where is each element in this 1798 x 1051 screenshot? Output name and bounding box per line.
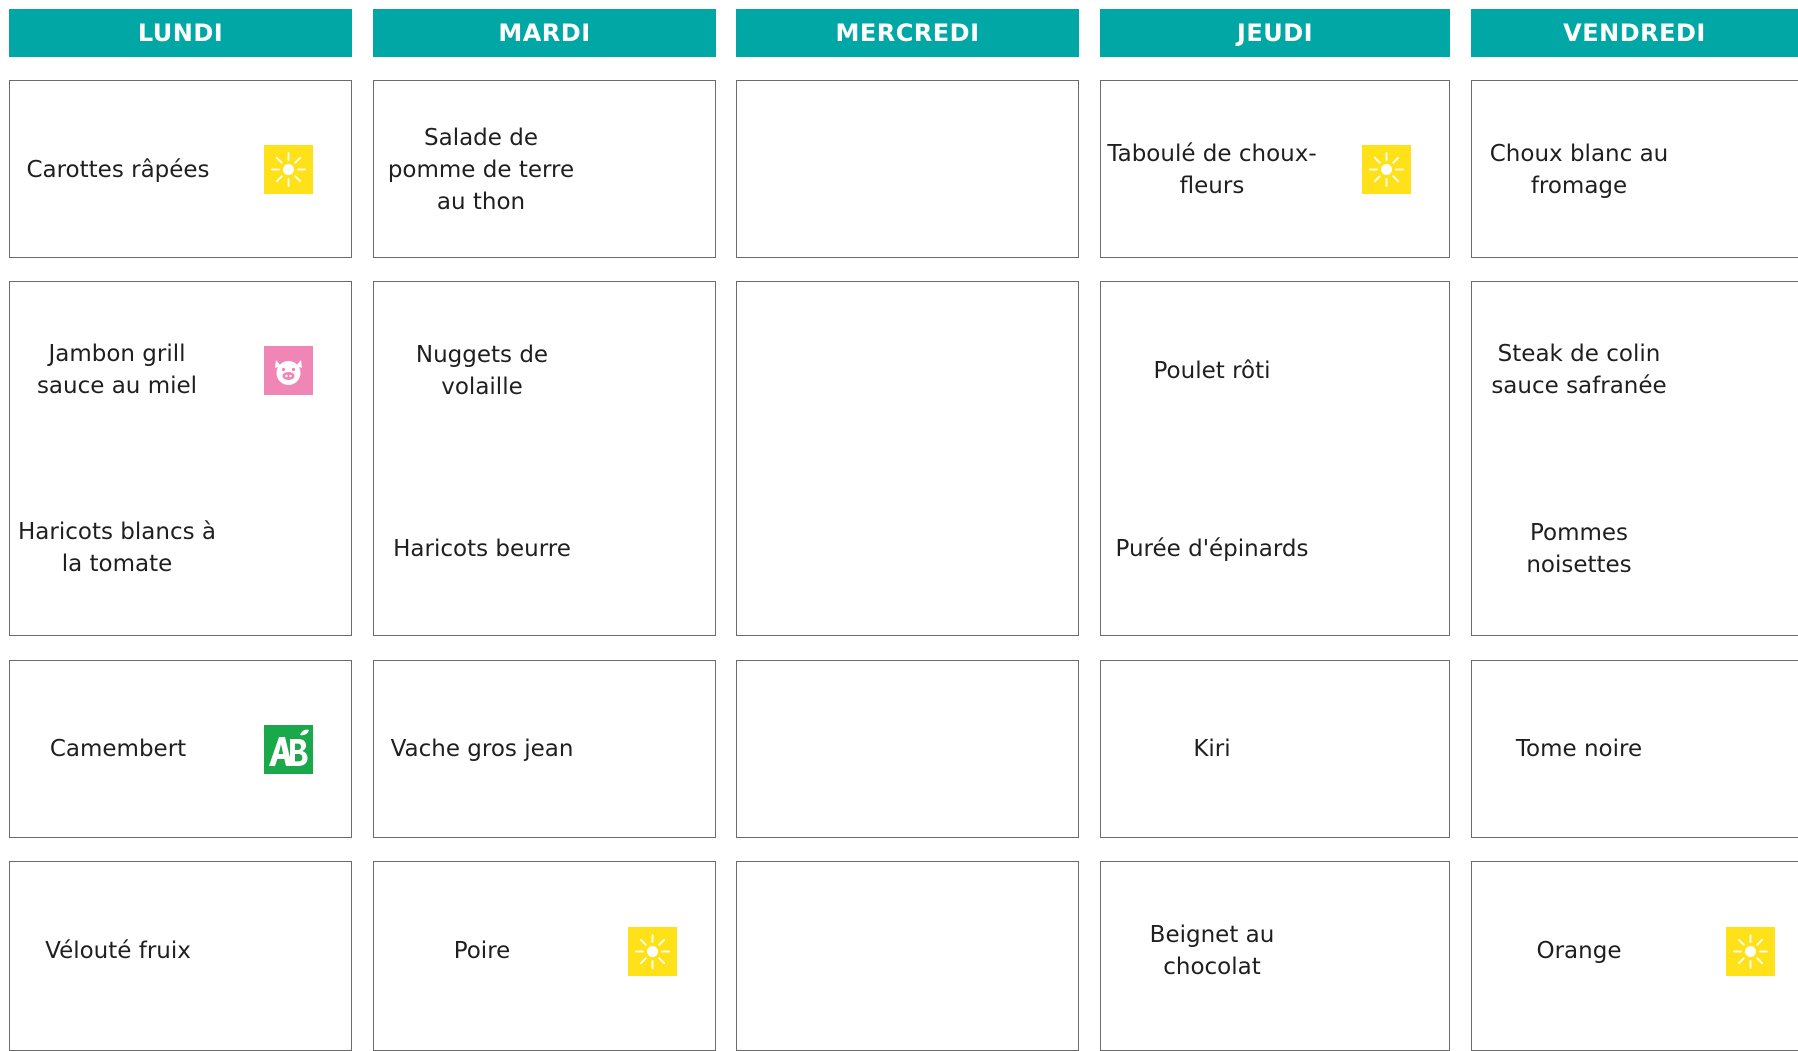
vendredi-dessert-text: Orange <box>1536 938 1622 964</box>
pig-icon <box>264 346 313 395</box>
header-mercredi: MERCREDI <box>736 9 1079 57</box>
lundi-plat-text: Jambon grill sauce au miel <box>36 341 198 399</box>
mardi-dessert-text: Poire <box>453 938 511 964</box>
cell-mardi-plat <box>373 281 716 636</box>
jeudi-dessert-text: Beignet au chocolat <box>1149 922 1275 980</box>
jeudi-entree-text: Taboulé de choux-fleurs <box>1107 141 1317 199</box>
header-jeudi: JEUDI <box>1100 9 1450 57</box>
jeudi-accompagnement-text: Purée d'épinards <box>1115 536 1309 562</box>
cell-vendredi-plat <box>1471 281 1798 636</box>
cell-mercredi-fromage <box>736 660 1079 838</box>
cell-jeudi-plat <box>1100 281 1450 636</box>
organic-ab-icon <box>264 725 313 774</box>
lundi-accompagnement-text: Haricots blancs à la tomate <box>18 519 216 577</box>
header-mardi: MARDI <box>373 9 716 57</box>
sun-icon <box>1362 145 1411 194</box>
sun-icon <box>628 927 677 976</box>
sun-icon <box>1726 927 1775 976</box>
mardi-plat-text: Nuggets de volaille <box>415 342 549 400</box>
header-vendredi: VENDREDI <box>1471 9 1798 57</box>
header-lundi: LUNDI <box>9 9 352 57</box>
cell-mercredi-plat <box>736 281 1079 636</box>
jeudi-fromage-text: Kiri <box>1193 736 1231 762</box>
mardi-fromage-text: Vache gros jean <box>390 736 574 762</box>
vendredi-accompagnement-text: Pommes noisettes <box>1526 520 1632 578</box>
cell-lundi-plat <box>9 281 352 636</box>
mardi-accompagnement-text: Haricots beurre <box>393 536 571 562</box>
mardi-entree-text: Salade de pomme de terre au thon <box>387 125 575 215</box>
lundi-entree-text: Carottes râpées <box>26 157 210 183</box>
vendredi-plat-text: Steak de colin sauce safranée <box>1491 341 1667 399</box>
lundi-fromage-text: Camembert <box>49 736 187 762</box>
cell-mercredi-dessert <box>736 861 1079 1051</box>
jeudi-plat-text: Poulet rôti <box>1153 358 1271 384</box>
vendredi-fromage-text: Tome noire <box>1515 736 1643 762</box>
vendredi-entree-text: Choux blanc au fromage <box>1489 141 1669 199</box>
cell-mercredi-entree <box>736 80 1079 258</box>
lundi-dessert-text: Vélouté fruix <box>45 938 191 964</box>
sun-icon <box>264 145 313 194</box>
